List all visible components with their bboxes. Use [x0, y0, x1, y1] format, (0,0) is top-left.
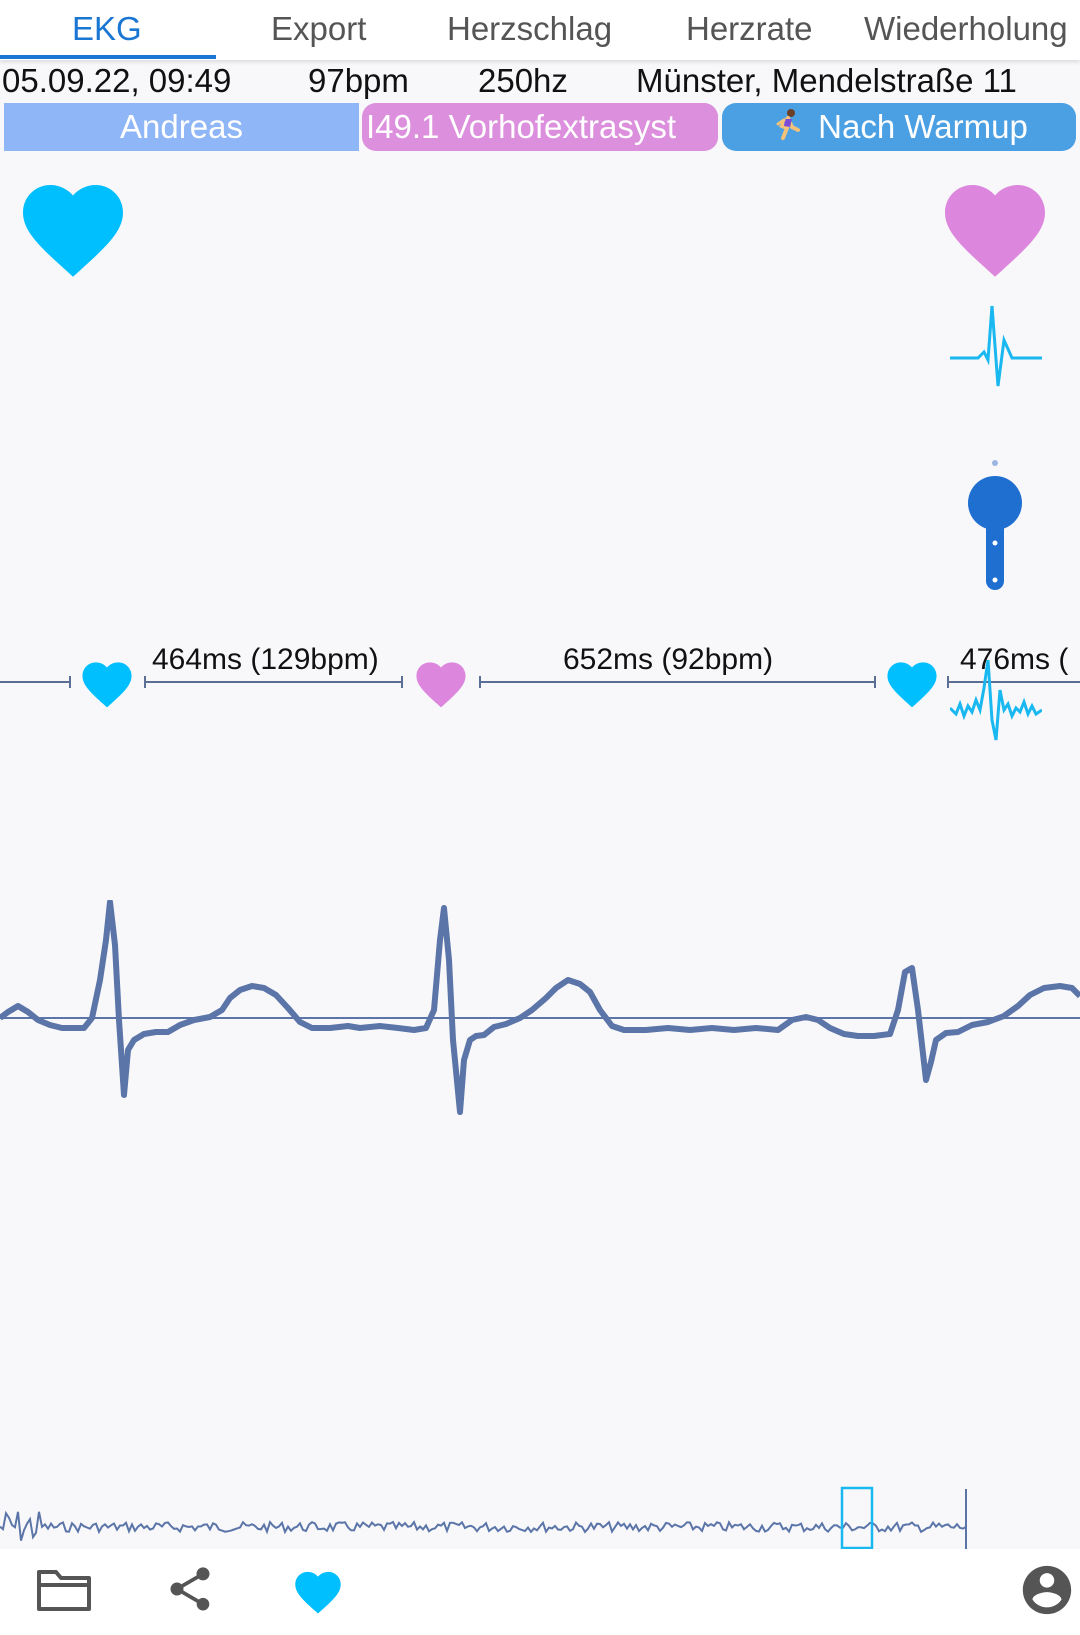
text-fade-overlay	[678, 103, 718, 151]
overview-viewport-marker[interactable]	[840, 1486, 874, 1549]
recording-datetime: 05.09.22, 09:49	[2, 62, 232, 99]
user-chip-label: Andreas	[120, 108, 243, 145]
recording-location: Münster, Mendelstraße 11	[636, 62, 1017, 99]
user-chip[interactable]: Andreas	[4, 103, 359, 151]
heart-icon[interactable]	[932, 170, 1058, 280]
note-chip[interactable]: Nach Warmup	[722, 103, 1076, 151]
interval-label: 652ms (92bpm)	[563, 643, 774, 676]
ecg-waveform-icon[interactable]	[950, 300, 1042, 392]
vertical-slider[interactable]	[965, 455, 1025, 590]
heart-icon[interactable]	[10, 170, 136, 280]
ecg-trace	[0, 900, 1080, 1115]
diagnosis-chip[interactable]: I49.1 Vorhofextrasyst	[362, 103, 718, 151]
ecg-overview-strip[interactable]	[0, 1485, 1080, 1549]
recording-sample-rate: 250hz	[478, 62, 568, 99]
recording-bpm: 97bpm	[308, 62, 409, 99]
tab-bar: EKG Export Herzschlag Herzrate Wiederhol…	[0, 0, 1080, 60]
active-tab-indicator	[0, 55, 216, 59]
heart-icon[interactable]	[77, 655, 137, 709]
ecg-screen: EKG Export Herzschlag Herzrate Wiederhol…	[0, 0, 1080, 1635]
noisy-ecg-icon[interactable]	[950, 660, 1042, 745]
interval-label: 464ms (129bpm)	[152, 643, 379, 676]
tab-herzschlag[interactable]: Herzschlag	[447, 10, 612, 48]
folder-icon[interactable]	[36, 1565, 92, 1613]
bottom-toolbar	[0, 1549, 1080, 1635]
ecg-signal-line	[0, 900, 1080, 1115]
diagnosis-chip-label: I49.1 Vorhofextrasyst	[366, 108, 677, 145]
heart-icon[interactable]	[411, 655, 471, 709]
heart-icon[interactable]	[882, 655, 942, 709]
tab-wiederholung[interactable]: Wiederholung	[864, 10, 1068, 48]
tab-export[interactable]: Export	[271, 10, 366, 48]
tab-ekg[interactable]: EKG	[72, 10, 142, 48]
tab-herzrate[interactable]: Herzrate	[686, 10, 813, 48]
note-chip-label: Nach Warmup	[818, 108, 1028, 145]
account-icon[interactable]	[1018, 1561, 1076, 1619]
runner-icon	[776, 109, 801, 140]
share-icon[interactable]	[164, 1563, 216, 1615]
heart-icon[interactable]	[290, 1565, 346, 1615]
